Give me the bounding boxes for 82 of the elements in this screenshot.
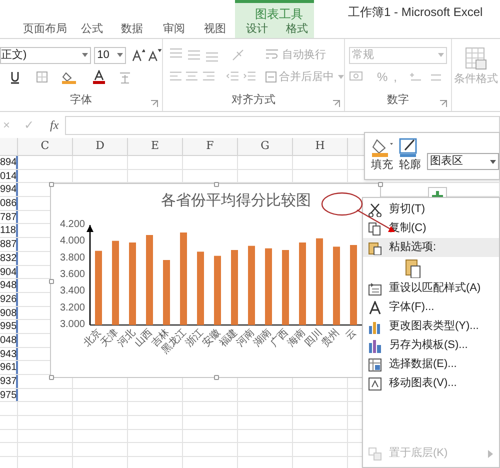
merge-cells-icon [265,71,278,83]
ribbon-tab[interactable]: 页面布局 [22,21,68,38]
chart-element-dropdown[interactable]: 图表区 [427,153,499,170]
table-icon [464,47,488,71]
fill-button[interactable]: 填充 [371,137,393,174]
table-cell: 787 [0,210,18,224]
fill-color-icon [62,70,78,84]
column-header[interactable]: F [183,138,238,155]
window-title: 工作簿1 - Microsoft Excel [348,4,483,21]
table-cell: 948 [0,279,18,292]
table-cell: 887 [0,238,18,251]
ribbon-tab[interactable]: 数据 [120,21,144,38]
column-header[interactable]: H [293,138,348,155]
bar [214,256,221,325]
table-cell: 961 [0,361,18,374]
paste-option-icon[interactable] [405,258,421,278]
submenu-arrow-icon [488,450,493,458]
category-label: 云 [344,327,359,342]
axis-tick-label: 4.200 [60,219,85,230]
ribbon-tab[interactable]: 格式 [285,21,309,38]
table-cell: 086 [0,197,18,210]
outline-button[interactable]: 轮廓 [399,137,421,174]
table-cell: 937 [0,375,18,388]
axis-tick-label: 3.800 [60,252,85,264]
table-cell: 995 [0,320,18,333]
underline-icon [10,70,20,84]
font-color-icon [92,70,106,84]
table-cell: 118 [0,224,18,238]
resize-handle[interactable] [378,182,383,187]
table-cell: 832 [0,252,18,264]
ribbon-tab[interactable]: 审阅 [162,21,186,38]
dialog-launcher-icon [333,100,340,107]
table-cell: 975 [0,388,18,402]
axis-tick-label: 4.000 [60,236,85,247]
font-size-field[interactable]: 10 [94,46,126,64]
axis-tick-label: 3.600 [60,269,85,280]
axis-tick-label: 3.400 [60,286,85,297]
font-name-field[interactable]: 正文) [0,46,92,64]
table-cell: 048 [0,334,18,347]
scissors-icon [368,202,382,216]
chart-title: 各省份平均得分比较图 [161,191,311,211]
font-icon [368,300,382,314]
middle-align-icon [187,48,201,62]
table-icon [368,358,382,372]
phonetic-guide-icon [118,70,132,84]
group-label: 字体 [70,92,92,108]
resize-handle[interactable] [49,375,54,380]
column-header[interactable]: G [238,138,293,155]
insert-function-button[interactable]: fx [50,116,59,134]
ribbon-tab[interactable]: 视图 [203,21,227,38]
bar [163,260,170,325]
copy-icon [368,222,382,236]
column-header[interactable]: C [18,138,73,155]
reset-style-icon [368,282,382,296]
stacked-squares-icon [368,446,382,460]
axis-tick-label: 3.200 [60,302,85,314]
border-icon [36,71,48,83]
bar-chart-icon [368,320,382,334]
table-cell: 908 [0,306,18,320]
resize-handle[interactable] [214,182,219,187]
dialog-launcher-icon [151,100,158,107]
dialog-launcher-icon [440,100,447,107]
group-label: 数字 [387,92,409,108]
table-cell: 926 [0,292,18,306]
clipboard-icon [368,240,382,254]
menu-section-header: 粘贴选项: [363,238,499,257]
resize-handle[interactable] [49,182,54,187]
group-label: 对齐方式 [232,92,276,108]
chart-frame-icon [368,376,382,390]
resize-handle[interactable] [49,279,54,284]
ribbon-tab[interactable]: 设计 [245,21,269,38]
column-header[interactable]: D [73,138,128,155]
increase-font-size-icon [132,48,146,62]
decrease-font-size-icon [148,48,162,62]
ribbon-tab[interactable]: 公式 [80,21,104,38]
table-cell: 943 [0,348,18,360]
resize-handle[interactable] [214,375,219,380]
column-header[interactable]: E [128,138,183,155]
formula-input[interactable] [64,116,500,134]
axis-tick-label: 3.000 [60,319,85,330]
contextual-group-label: 图表工具 [255,6,303,23]
bar-chart-icon [368,338,382,352]
